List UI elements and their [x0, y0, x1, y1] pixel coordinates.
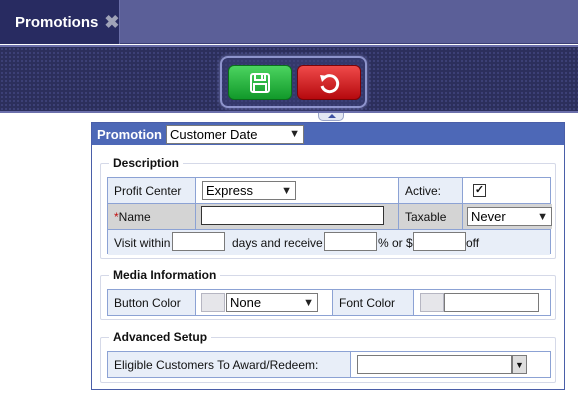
collapse-toolbar-handle[interactable]: [318, 113, 344, 121]
name-row: * Name Taxable Never ▼: [108, 204, 552, 229]
profit-center-value: Express: [206, 183, 253, 198]
button-color-value: None: [230, 295, 262, 310]
taxable-label: Taxable: [399, 204, 462, 229]
dollar-input[interactable]: [413, 232, 466, 251]
off-label: off: [466, 235, 480, 250]
media-section: Media Information Button Color None ▼ Fo…: [100, 268, 556, 320]
button-color-cell: None ▼: [226, 290, 336, 315]
divider: [398, 178, 399, 229]
floppy-disk-icon: [250, 72, 270, 93]
advanced-section: Advanced Setup Eligible Customers To Awa…: [100, 330, 556, 383]
profit-center-label: Profit Center: [108, 178, 195, 203]
profit-center-cell: Express ▼: [196, 178, 398, 203]
close-icon[interactable]: ✖: [104, 13, 119, 31]
toolbar: [0, 45, 578, 113]
eligible-label: Eligible Customers To Award/Redeem:: [108, 352, 350, 377]
chevron-down-icon: ▼: [281, 184, 292, 197]
percent-or-label: % or $: [378, 235, 413, 250]
font-color-swatch[interactable]: [420, 293, 444, 312]
promotion-panel: Promotion Customer Date ▼ Description Pr…: [91, 122, 565, 390]
promotion-type-value: Customer Date: [170, 126, 258, 142]
days-receive-label: days and receive: [232, 235, 323, 250]
promotion-label: Promotion: [97, 126, 162, 142]
divider: [462, 178, 463, 229]
active-checkbox[interactable]: ✓: [473, 184, 486, 197]
tab-title: Promotions: [15, 13, 99, 31]
visit-within-input[interactable]: [172, 232, 225, 251]
divider: [350, 352, 351, 377]
chevron-down-icon: ▼: [537, 210, 548, 223]
divider: [413, 290, 414, 315]
media-row: Button Color None ▼ Font Color: [108, 290, 550, 315]
name-label-cell: * Name: [108, 204, 195, 229]
description-grid: Profit Center Express ▼ Active: ✓ * Name: [107, 177, 552, 255]
divider: [195, 178, 196, 229]
media-grid: Button Color None ▼ Font Color: [107, 289, 551, 316]
font-color-label: Font Color: [333, 290, 413, 315]
name-label: Name: [118, 209, 151, 224]
visit-row: Visit within days and receive % or $ off: [108, 230, 550, 255]
undo-icon: [320, 73, 340, 93]
description-section: Description Profit Center Express ▼ Acti…: [100, 156, 556, 259]
promotion-header: Promotion Customer Date ▼: [92, 123, 564, 145]
name-input[interactable]: [201, 206, 384, 225]
name-input-cell: [196, 204, 398, 229]
tab-promotions[interactable]: Promotions ✖: [0, 0, 120, 44]
undo-button[interactable]: [297, 65, 361, 100]
promotion-type-select[interactable]: Customer Date ▼: [166, 124, 304, 144]
divider: [332, 290, 333, 315]
taxable-select[interactable]: Never ▼: [467, 207, 552, 226]
eligible-row: Eligible Customers To Award/Redeem: ▼: [108, 352, 550, 377]
profit-center-row: Profit Center Express ▼ Active: ✓: [108, 178, 550, 203]
chevron-down-icon: ▼: [303, 296, 314, 309]
advanced-legend: Advanced Setup: [109, 330, 212, 344]
button-color-label: Button Color: [108, 290, 195, 315]
active-cell: ✓: [463, 178, 552, 203]
tab-bar: Promotions ✖: [0, 0, 578, 44]
divider: [195, 290, 196, 315]
advanced-grid: Eligible Customers To Award/Redeem: ▼: [107, 351, 551, 378]
eligible-input[interactable]: [357, 355, 512, 374]
taxable-cell: Never ▼: [463, 204, 552, 229]
font-color-input[interactable]: [444, 293, 539, 312]
eligible-dropdown-button[interactable]: ▼: [512, 355, 527, 374]
save-button[interactable]: [228, 65, 292, 100]
media-legend: Media Information: [109, 268, 221, 282]
active-label: Active:: [399, 178, 462, 203]
button-color-swatch[interactable]: [201, 293, 225, 312]
button-color-select[interactable]: None ▼: [226, 293, 318, 312]
chevron-down-icon: ▼: [515, 359, 524, 370]
toolbar-button-group: [220, 56, 367, 108]
chevron-up-icon: [328, 114, 336, 118]
taxable-value: Never: [471, 209, 506, 224]
chevron-down-icon: ▼: [289, 128, 300, 140]
visit-within-label: Visit within: [114, 235, 171, 250]
description-legend: Description: [109, 156, 184, 170]
percent-input[interactable]: [324, 232, 377, 251]
profit-center-select[interactable]: Express ▼: [202, 181, 296, 200]
